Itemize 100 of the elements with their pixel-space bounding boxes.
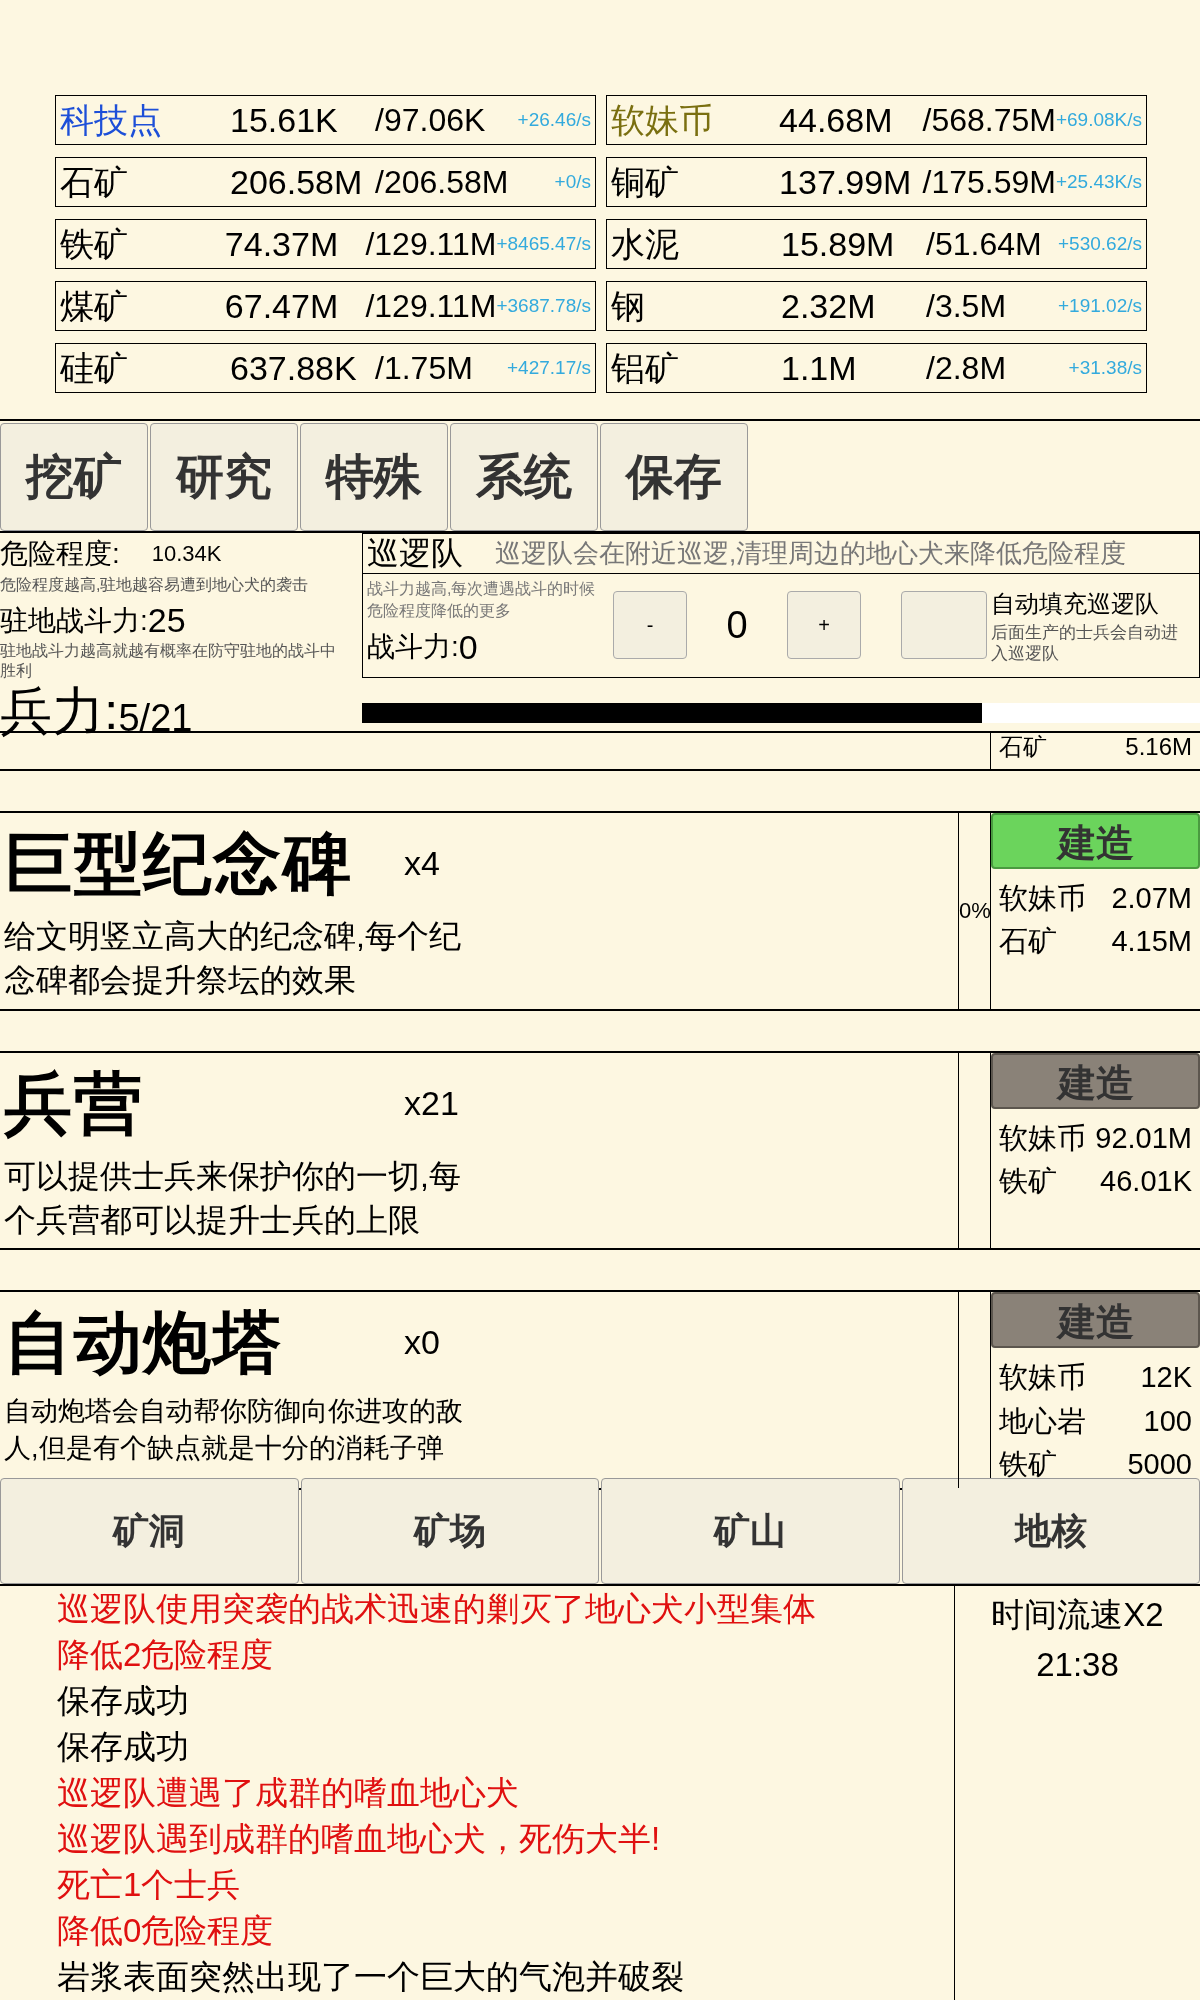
tab[interactable]: 研究 <box>150 422 298 531</box>
power-value: 0 <box>458 626 478 668</box>
resource-amount: 67.47M <box>224 285 340 327</box>
resource-cap: /129.11M <box>365 225 497 265</box>
resource-rate: +427.17/s <box>507 356 591 381</box>
resource-rate: +191.02/s <box>1058 294 1142 319</box>
log-message: 巡逻队遇到成群的嗜血地心犬，死伤大半! <box>57 1819 662 1859</box>
troops-value: 5/21 <box>118 699 193 738</box>
power-label: 战斗力: <box>367 630 459 665</box>
log-message: 保存成功 <box>57 1727 190 1767</box>
resource-name: 石矿 <box>60 161 129 203</box>
tab[interactable]: 特殊 <box>300 422 448 531</box>
building-count: x0 <box>404 1322 440 1364</box>
build-button[interactable]: 建造 <box>991 812 1200 869</box>
log-message: 巡逻队遭遇了成群的嗜血地心犬 <box>57 1773 520 1813</box>
resource-name: 钢 <box>611 285 646 327</box>
tab[interactable]: 保存 <box>600 422 748 531</box>
building-count: x21 <box>404 1082 459 1124</box>
tab[interactable]: 系统 <box>450 422 598 531</box>
cost-value: 4.15M <box>1111 924 1192 960</box>
patrol-hint: 战斗力越高,每次遭遇战斗的时候危险程度降低的更多 <box>367 578 597 621</box>
resource-amount: 44.68M <box>779 99 894 141</box>
tab[interactable]: 地核 <box>901 1478 1200 1584</box>
building-description: 可以提供士兵来保护你的一切,每个兵营都可以提升士兵的上限 <box>4 1156 462 1240</box>
log-message: 降低0危险程度 <box>57 1911 275 1951</box>
resource-rate: +31.38/s <box>1068 356 1142 381</box>
resource-rate: +25.43K/s <box>1055 170 1142 195</box>
autofill-label: 自动填充巡逻队 <box>991 589 1160 619</box>
garrison-label: 驻地战斗力: <box>0 603 148 638</box>
increase-button[interactable]: + <box>787 591 861 660</box>
log-message: 保存成功 <box>57 1681 190 1721</box>
log-message: 巡逻队使用突袭的战术迅速的剿灭了地心犬小型集体 <box>57 1589 817 1629</box>
resource-name: 硅矿 <box>60 347 129 389</box>
decrease-button[interactable]: - <box>613 591 687 660</box>
tab[interactable]: 挖矿 <box>0 422 148 531</box>
resource-cap: /51.64M <box>926 225 1043 265</box>
resource-name: 铝矿 <box>611 347 680 389</box>
cost-value: 12K <box>1140 1360 1192 1396</box>
cost-value: 2.07M <box>1111 880 1192 916</box>
cost-name: 石矿 <box>999 924 1057 960</box>
resource-rate: +530.62/s <box>1058 232 1142 257</box>
resource-amount: 137.99M <box>779 161 913 203</box>
cost-name: 石矿 <box>999 731 1047 762</box>
cost-value: 92.01M <box>1095 1120 1192 1156</box>
cost-name: 软妹币 <box>999 1120 1086 1156</box>
log-message: 岩浆表面突然出现了一个巨大的气泡并破裂 <box>57 1957 685 1997</box>
patrol-title: 巡逻队 <box>367 534 463 574</box>
resource-amount: 1.1M <box>781 347 858 389</box>
resource-amount: 15.61K <box>230 99 339 141</box>
resource-rate: +8465.47/s <box>496 232 591 257</box>
resource-amount: 637.88K <box>230 347 358 389</box>
resource-amount: 2.32M <box>781 285 877 327</box>
resource-amount: 74.37M <box>224 223 340 265</box>
cost-name: 软妹币 <box>999 880 1086 916</box>
tab[interactable]: 矿山 <box>601 1478 900 1584</box>
danger-value: 10.34K <box>151 540 222 569</box>
resource-cap: /568.75M <box>922 101 1056 141</box>
cost-value: 100 <box>1143 1403 1192 1439</box>
cost-value: 5.16M <box>1125 731 1192 762</box>
garrison-hint: 驻地战斗力越高就越有概率在防守驻地的战斗中胜利 <box>0 641 337 682</box>
resource-name: 铁矿 <box>60 223 129 265</box>
tab[interactable]: 矿洞 <box>0 1478 299 1584</box>
resource-cap: /206.58M <box>375 163 510 203</box>
danger-label: 危险程度: <box>0 536 120 571</box>
resource-name: 水泥 <box>611 223 680 265</box>
autofill-checkbox[interactable] <box>901 591 987 660</box>
game-clock: 21:38 <box>1036 1644 1119 1685</box>
resource-amount: 15.89M <box>781 223 896 265</box>
resource-name: 科技点 <box>60 99 163 141</box>
time-speed: 时间流速X2 <box>991 1595 1164 1635</box>
log-message: 降低2危险程度 <box>57 1635 275 1675</box>
building-description: 自动炮塔会自动帮你防御向你进攻的敌人,但是有个缺点就是十分的消耗子弹 <box>4 1395 464 1466</box>
resource-rate: +0/s <box>554 170 591 195</box>
resource-cap: /175.59M <box>922 163 1056 203</box>
log-message: 死亡1个士兵 <box>57 1865 242 1905</box>
resource-name: 软妹币 <box>611 99 714 141</box>
building-name: 巨型纪念碑 <box>4 823 354 903</box>
resource-cap: /3.5M <box>926 287 1008 327</box>
resource-amount: 206.58M <box>230 161 364 203</box>
cost-name: 地心岩 <box>999 1403 1086 1439</box>
danger-hint: 危险程度越高,驻地越容易遭到地心犬的袭击 <box>0 574 310 595</box>
cost-value: 46.01K <box>1100 1164 1192 1199</box>
building-description: 给文明竖立高大的纪念碑,每个纪念碑都会提升祭坛的效果 <box>4 916 462 1000</box>
resource-rate: +69.08K/s <box>1055 108 1142 133</box>
garrison-value: 25 <box>147 599 186 641</box>
resource-cap: /129.11M <box>365 287 497 327</box>
resource-cap: /2.8M <box>926 349 1008 389</box>
patrol-description: 巡逻队会在附近巡逻,清理周边的地心犬来降低危险程度 <box>495 536 1127 570</box>
autofill-hint: 后面生产的士兵会自动进入巡逻队 <box>991 622 1179 665</box>
cost-name: 软妹币 <box>999 1360 1086 1396</box>
building-name: 自动炮塔 <box>4 1303 284 1383</box>
resource-cap: /97.06K <box>375 101 487 141</box>
build-percent: 0% <box>959 897 990 926</box>
resource-rate: +3687.78/s <box>496 294 591 319</box>
building-count: x4 <box>404 842 440 884</box>
resource-name: 煤矿 <box>60 285 129 327</box>
building-name: 兵营 <box>4 1063 145 1143</box>
resource-cap: /1.75M <box>375 349 474 389</box>
tab[interactable]: 矿场 <box>300 1478 599 1584</box>
resource-name: 铜矿 <box>611 161 680 203</box>
